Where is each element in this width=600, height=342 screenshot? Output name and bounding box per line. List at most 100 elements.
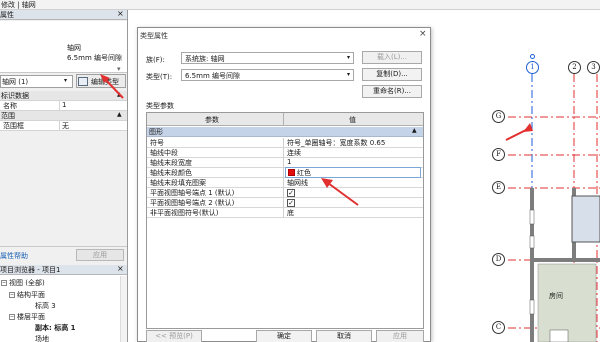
dialog-title: 类型属性 — [140, 32, 168, 40]
param-row-bubble-end-1[interactable]: 平面视图轴号端点 1 (默认) ✓ — [147, 188, 423, 198]
param-value[interactable]: 轴网线 — [287, 178, 308, 188]
apply-button[interactable]: 应用 — [376, 330, 424, 342]
param-row-bubble-end-2[interactable]: 平面视图轴号端点 2 (默认) ✓ — [147, 198, 423, 208]
load-button[interactable]: 载入(L)... — [362, 51, 422, 64]
property-key: 名称 — [3, 102, 17, 110]
section-label: 范围 — [1, 112, 15, 120]
project-browser: 项目浏览器 - 项目1 × − 视图 (全部) − 结构平面 标高 3 − 楼层平面 … — [0, 264, 128, 342]
close-icon[interactable]: × — [419, 29, 427, 39]
chevron-down-icon: ▾ — [64, 77, 68, 84]
apply-button[interactable]: 应用 — [76, 249, 124, 261]
property-value[interactable]: 无 — [62, 121, 69, 131]
rename-button[interactable]: 重命名(R)... — [362, 85, 422, 98]
instance-filter-select[interactable]: 轴网 (1) ▾ — [0, 75, 73, 88]
properties-title: 属性 — [0, 11, 14, 19]
type-value: 6.5mm 编号间隙 — [185, 72, 240, 80]
close-icon[interactable]: × — [117, 9, 124, 18]
grid-bubble-left[interactable]: F — [492, 148, 505, 161]
param-value[interactable]: 底 — [287, 208, 294, 218]
tree-label: 标高 3 — [35, 302, 56, 310]
param-row-end-segment-pattern[interactable]: 轴线末段填充图案 轴网线 — [147, 178, 423, 188]
collapse-toggle-icon[interactable]: − — [9, 292, 15, 298]
family-select[interactable]: 系统族: 轴网 ▾ — [181, 52, 354, 64]
section-label: 标识数据 — [1, 92, 29, 100]
instance-filter-value: 轴网 (1) — [2, 78, 29, 86]
annotation-arrow — [100, 74, 124, 99]
grid-bubble-left[interactable]: C — [492, 321, 505, 334]
grid-bubble-left[interactable]: G — [492, 110, 505, 123]
collapse-icon[interactable]: ▲ — [117, 111, 122, 118]
checkbox[interactable]: ✓ — [287, 199, 295, 207]
type-preview[interactable]: 轴网 6.5mm 编号间隙 ▾ — [0, 21, 127, 73]
tree-node-copy-level-1[interactable]: 副本: 标高 1 — [35, 323, 76, 333]
grid-bubble-top[interactable]: 2 — [568, 61, 581, 74]
room-tag[interactable]: 房间 — [549, 291, 563, 301]
param-row-symbol[interactable]: 符号 符号_单圈轴号：宽度系数 0.65 — [147, 138, 423, 148]
drawing-canvas[interactable]: 1 2 3 G F E D C 房间 — [432, 10, 600, 342]
properties-title-bar: 属性 × — [0, 9, 127, 20]
param-value[interactable]: 连续 — [287, 148, 301, 158]
duplicate-button[interactable]: 复制(D)... — [362, 68, 422, 81]
grid-bubble-left[interactable]: E — [492, 181, 505, 194]
tree-label: 结构平面 — [17, 291, 45, 299]
param-key: 非平面视图符号(默认) — [150, 209, 219, 217]
param-row-end-segment-color[interactable]: 轴线末段颜色 红色 — [147, 167, 423, 178]
param-row-non-plan-symbol[interactable]: 非平面视图符号(默认) 底 — [147, 208, 423, 218]
tree-label: 楼层平面 — [17, 313, 45, 321]
property-row-scope-box[interactable]: 范围框 无 — [0, 121, 127, 131]
param-key: 轴线中段 — [150, 149, 178, 157]
type-properties-dialog: 类型属性 × 族(F): 系统族: 轴网 ▾ 载入(L)... 类型(T): 6… — [137, 27, 431, 342]
cancel-button[interactable]: 取消 — [316, 330, 372, 342]
property-row-name[interactable]: 名称 1 — [0, 101, 127, 111]
type-parameters-grid: 参数 值 图形 ▲ 符号 符号_单圈轴号：宽度系数 0.65 轴线中段 连续 轴… — [146, 112, 424, 329]
grid-bubble-left[interactable]: D — [492, 253, 505, 266]
tree-label: 视图 (全部) — [9, 279, 45, 287]
param-key: 轴线末段填充图案 — [150, 179, 206, 187]
chevron-down-icon: ▾ — [346, 71, 350, 78]
tree-node-views[interactable]: − 视图 (全部) — [1, 278, 45, 288]
collapse-icon[interactable]: ▲ — [412, 127, 417, 134]
edit-type-icon — [78, 77, 88, 86]
properties-help-link[interactable]: 属性帮助 — [0, 251, 28, 261]
param-key: 平面视图轴号端点 2 (默认) — [150, 199, 235, 207]
column-header-param: 参数 — [205, 116, 219, 124]
collapse-toggle-icon[interactable]: − — [1, 280, 7, 286]
browser-scrollbar[interactable] — [120, 276, 127, 342]
grid-bubble-top[interactable]: 1 — [526, 61, 539, 74]
ribbon-context-strip: 修改 | 轴网 — [0, 0, 600, 10]
column-header-value: 值 — [349, 116, 356, 124]
param-value[interactable]: 符号_单圈轴号：宽度系数 0.65 — [287, 138, 385, 148]
grid-drag-handle[interactable] — [530, 54, 535, 59]
param-value[interactable]: 1 — [287, 158, 291, 166]
param-row-center-segment[interactable]: 轴线中段 连续 — [147, 148, 423, 158]
section-header-extents[interactable]: 范围 ▲ — [0, 111, 127, 121]
properties-footer: 属性帮助 应用 — [0, 246, 127, 262]
type-select[interactable]: 6.5mm 编号间隙 ▾ — [181, 69, 354, 81]
browser-title: 项目浏览器 - 项目1 — [0, 266, 61, 274]
checkbox[interactable]: ✓ — [287, 189, 295, 197]
properties-palette: 属性 × 轴网 6.5mm 编号间隙 ▾ 轴网 (1) ▾ 编辑类型 标识数据 … — [0, 9, 128, 265]
preview-type-name: 6.5mm 编号间隙 — [67, 54, 122, 62]
type-label: 类型(T): — [146, 73, 173, 81]
tree-node-floor-plans[interactable]: − 楼层平面 — [9, 312, 45, 322]
browser-title-bar: 项目浏览器 - 项目1 × — [0, 264, 127, 275]
preview-button[interactable]: << 预览(P) — [146, 330, 202, 342]
tree-node-level-3[interactable]: 标高 3 — [35, 301, 56, 311]
section-header-graphics[interactable]: 图形 ▲ — [147, 127, 423, 137]
grid-bubble-top[interactable]: 3 — [587, 61, 600, 74]
param-value: 红色 — [297, 169, 311, 177]
tree-node-site[interactable]: 场地 — [35, 334, 49, 342]
ok-button[interactable]: 确定 — [256, 330, 312, 342]
property-value[interactable]: 1 — [62, 101, 66, 109]
annotation-arrow — [321, 178, 359, 206]
context-title: 修改 | 轴网 — [1, 1, 36, 9]
tree-node-structural-plans[interactable]: − 结构平面 — [9, 290, 45, 300]
close-icon[interactable]: × — [117, 264, 124, 273]
family-value: 系统族: 轴网 — [185, 55, 225, 63]
section-label: 图形 — [149, 128, 163, 136]
collapse-toggle-icon[interactable]: − — [9, 314, 15, 320]
param-key: 轴线末段颜色 — [150, 169, 192, 177]
tree-label: 场地 — [35, 335, 49, 342]
preview-family-name: 轴网 — [67, 44, 81, 52]
property-key: 范围框 — [3, 122, 24, 130]
